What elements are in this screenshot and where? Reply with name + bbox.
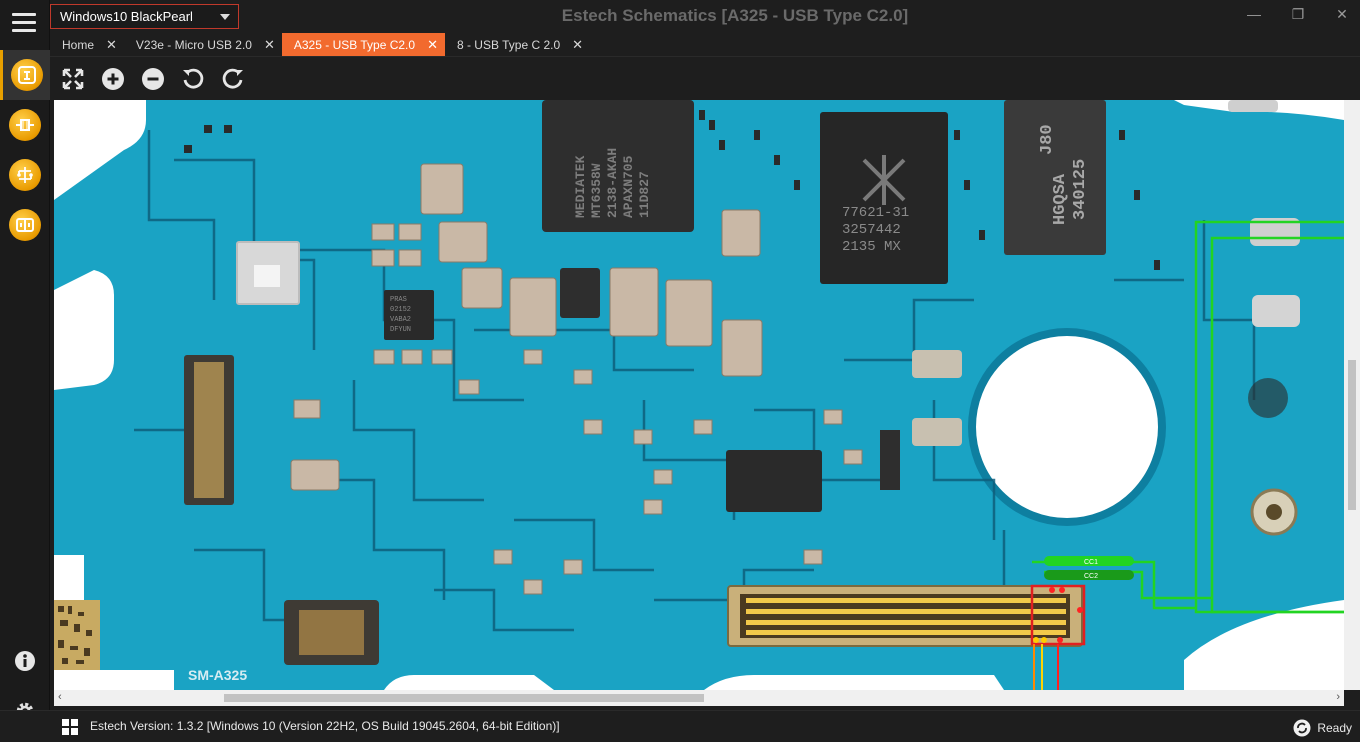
tab-8-usb-type-c[interactable]: 8 - USB Type C 2.0 ✕ [445, 33, 590, 56]
minimize-button[interactable]: — [1244, 4, 1264, 24]
tab-home[interactable]: Home ✕ [50, 33, 124, 56]
fit-screen-icon[interactable] [61, 67, 85, 91]
chip-marking: 2135 MX [842, 239, 901, 255]
boards-icon [9, 209, 41, 241]
rotate-right-icon[interactable] [221, 67, 245, 91]
viewer-toolbar [50, 56, 1360, 100]
board-viewer[interactable]: MEDIATEK MT6358W 2138-AKAH APAXN705 11D8… [54, 100, 1344, 690]
rotate-left-icon[interactable] [181, 67, 205, 91]
chevron-down-icon [220, 14, 230, 20]
scroll-thumb[interactable] [1348, 360, 1356, 510]
tab-label: Home [62, 37, 95, 52]
tab-v23e-micro-usb[interactable]: V23e - Micro USB 2.0 ✕ [124, 33, 282, 56]
net-label: CC2 [1084, 573, 1098, 580]
profile-dropdown-value: Windows10 BlackPearl [60, 9, 193, 24]
maximize-button[interactable]: ❐ [1288, 4, 1308, 24]
pcb-image[interactable]: MEDIATEK MT6358W 2138-AKAH APAXN705 11D8… [54, 100, 1344, 690]
left-sidebar [0, 0, 50, 720]
components-icon [9, 109, 41, 141]
chip-marking: DFYUN [390, 326, 411, 334]
chip-marking: 340125 [1071, 159, 1090, 220]
profile-dropdown[interactable]: Windows10 BlackPearl [50, 4, 239, 29]
chip-marking: MEDIATEK [573, 155, 588, 218]
windows-icon [62, 719, 78, 735]
window-title: Estech Schematics [A325 - USB Type C2.0] [561, 6, 909, 25]
circuit-button[interactable] [0, 150, 50, 200]
chip-marking: 77621-31 [842, 205, 909, 221]
chip-marking: APAXN705 [621, 155, 636, 218]
zoom-in-icon[interactable] [101, 67, 125, 91]
boards-button[interactable] [0, 200, 50, 250]
chip-marking: 3257442 [842, 222, 901, 238]
scroll-left-icon[interactable]: ‹ [58, 691, 62, 703]
menu-icon[interactable] [12, 13, 36, 33]
tab-close-icon[interactable]: ✕ [572, 37, 583, 53]
chip-marking: PRAS [390, 296, 407, 304]
chip-marking: J80 [1038, 124, 1057, 155]
schematics-icon [10, 59, 43, 91]
tab-a325-usb-type-c[interactable]: A325 - USB Type C2.0 ✕ [281, 33, 445, 56]
zoom-out-icon[interactable] [141, 67, 165, 91]
tab-label: V23e - Micro USB 2.0 [135, 37, 252, 52]
scroll-right-icon[interactable]: › [1336, 691, 1340, 703]
chip-marking: 02152 [390, 306, 411, 314]
tab-bar: Home ✕ V23e - Micro USB 2.0 ✕ A325 - USB… [50, 33, 590, 56]
circuit-icon [9, 159, 41, 191]
status-ready: Ready [1293, 719, 1352, 737]
estech-window: Windows10 BlackPearl Estech Schematics [… [0, 0, 1360, 742]
chip-marking: HGQSA [1051, 173, 1070, 225]
status-bar: Estech Version: 1.3.2 [Windows 10 (Versi… [0, 710, 1360, 742]
close-window-button[interactable]: ✕ [1332, 4, 1352, 24]
schematics-button[interactable] [0, 50, 50, 100]
chip-marking: MT6358W [589, 163, 604, 218]
tab-label: A325 - USB Type C2.0 [293, 37, 416, 52]
tab-close-icon[interactable]: ✕ [106, 37, 117, 53]
chip-marking: VABA2 [390, 316, 411, 324]
ready-label: Ready [1317, 721, 1352, 735]
tab-close-icon[interactable]: ✕ [427, 37, 438, 53]
chip-marking: 2138-AKAH [605, 148, 620, 218]
refresh-icon [1293, 719, 1311, 737]
silkscreen-label: SM-A325 [188, 667, 247, 683]
components-button[interactable] [0, 100, 50, 150]
tab-close-icon[interactable]: ✕ [264, 37, 275, 53]
net-label: CC1 [1084, 559, 1098, 566]
tab-label: 8 - USB Type C 2.0 [456, 37, 561, 52]
vertical-scrollbar[interactable] [1344, 100, 1360, 690]
scroll-thumb[interactable] [224, 694, 704, 702]
info-icon[interactable] [13, 650, 37, 674]
chip-marking: 11D827 [637, 171, 652, 218]
horizontal-scrollbar[interactable]: ‹ › [54, 690, 1344, 706]
version-text: Estech Version: 1.3.2 [Windows 10 (Versi… [90, 719, 560, 733]
